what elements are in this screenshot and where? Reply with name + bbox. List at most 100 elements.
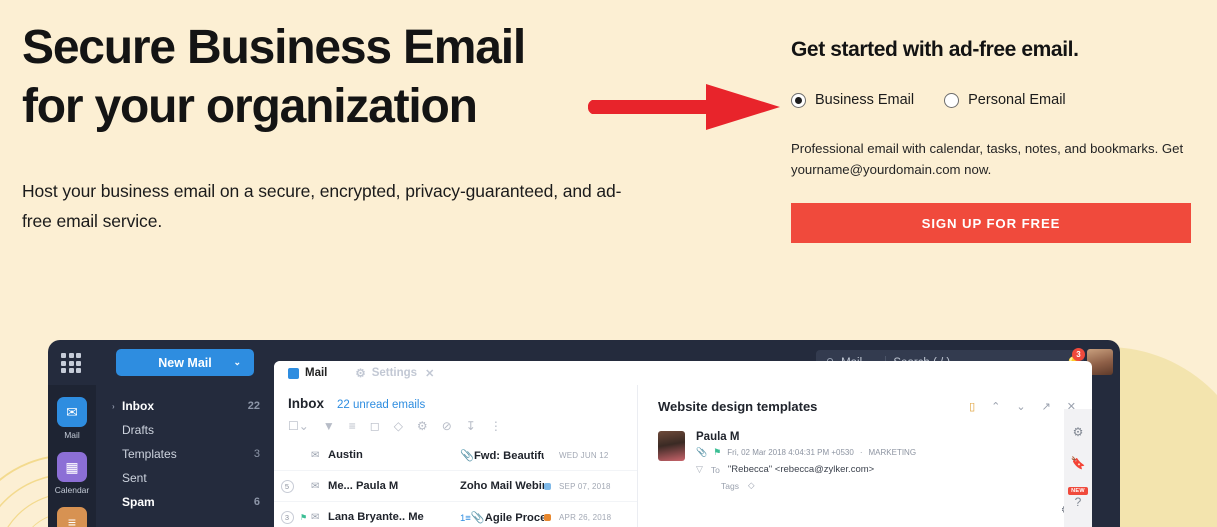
mail-icon: ✉ xyxy=(57,397,87,427)
folder-sent[interactable]: Sent xyxy=(96,466,274,490)
tags-row: Tags ◇ xyxy=(721,480,916,491)
radio-label-personal: Personal Email xyxy=(968,92,1066,108)
row-count: 5 xyxy=(274,479,300,493)
row-flag-dot xyxy=(544,482,551,490)
tab-label-settings: Settings xyxy=(371,367,418,379)
folder-label-sent: Sent xyxy=(122,471,147,485)
unread-count-link[interactable]: 22 unread emails xyxy=(337,399,425,411)
rail-item-mail[interactable]: ✉ Mail xyxy=(48,397,96,440)
red-right-arrow-icon xyxy=(588,84,780,130)
row-subject: 1≡📎Agile Process xyxy=(460,511,544,524)
row-sender: Lana Bryante.. Me xyxy=(328,511,424,523)
rail-item-calendar[interactable]: ▦ Calendar xyxy=(48,452,96,495)
rail-item-notes[interactable]: ≡ xyxy=(48,507,96,527)
radio-option-personal-email[interactable]: Personal Email xyxy=(944,92,1066,108)
folder-label-spam: Spam xyxy=(122,495,155,509)
to-label: To xyxy=(710,464,720,475)
app-body: Inbox 22 unread emails ☐⌄ ▼ ≡ ◻ ◇ ⚙ ⊘ ↧ … xyxy=(274,385,1092,527)
table-row[interactable]: ✉ Austin 📎Fwd: Beautiful locati... WED J… xyxy=(274,440,637,471)
sender-name: Paula M xyxy=(696,431,740,443)
folder-inbox[interactable]: › Inbox 22 xyxy=(96,394,274,418)
row-date: WED JUN 12 xyxy=(559,450,609,460)
rail-label-calendar: Calendar xyxy=(54,485,90,495)
row-flag-dot xyxy=(544,452,551,459)
list-title: Inbox xyxy=(288,396,324,411)
page-title: Secure Business Email for your organizat… xyxy=(22,18,642,136)
more-options-icon[interactable]: ⋮ xyxy=(490,419,502,433)
row-flag-dot xyxy=(544,513,551,521)
move-to-folder-icon[interactable]: ◻ xyxy=(370,419,380,433)
flag-icon[interactable]: ⚑ xyxy=(713,447,721,458)
hero-title-line-2: for your organization xyxy=(22,80,478,133)
reading-pane: Website design templates ▯ ⌃ ⌄ ↗ ✕ Paula… xyxy=(638,385,1092,527)
folder-count-spam: 6 xyxy=(253,496,260,508)
envelope-icon: ✉ xyxy=(311,480,320,492)
reading-pane-actions: ▯ ⌃ ⌄ ↗ ✕ xyxy=(969,400,1076,413)
radio-indicator-personal[interactable] xyxy=(944,92,960,108)
help-icon-group[interactable]: NEW ? xyxy=(1068,487,1088,509)
close-icon[interactable]: ✕ xyxy=(425,367,434,380)
table-row[interactable]: 5 ✉ Me... Paula M Zoho Mail Webinar SEP … xyxy=(274,471,637,502)
message-list-toolbar: ☐⌄ ▼ ≡ ◻ ◇ ⚙ ⊘ ↧ ⋮ xyxy=(274,411,637,440)
app-left-rail: ✉ Mail ▦ Calendar ≡ xyxy=(48,385,96,527)
folder-spam[interactable]: Spam 6 xyxy=(96,490,274,514)
bookmark-icon[interactable]: 🔖 xyxy=(1071,456,1086,470)
open-new-window-icon[interactable]: ↗ xyxy=(1042,400,1051,413)
row-sender: Me... Paula M xyxy=(328,480,399,492)
signup-title: Get started with ad-free email. xyxy=(791,38,1079,61)
table-row[interactable]: 3 ⚑ ✉ Lana Bryante.. Me 1≡📎Agile Process… xyxy=(274,502,637,527)
block-icon[interactable]: ⊘ xyxy=(442,419,452,433)
expand-details-icon[interactable]: ▽ xyxy=(696,464,703,475)
recipient-row: ▽ To "Rebecca" <rebecca@zylker.com> xyxy=(696,464,916,475)
filter-icon[interactable]: ▼ xyxy=(323,419,335,433)
tag-icon[interactable]: ◇ xyxy=(748,480,755,491)
row-count: 3 xyxy=(274,510,300,524)
row-sender: Austin xyxy=(328,449,363,461)
radio-indicator-business[interactable] xyxy=(791,92,806,108)
attachment-icon: 📎 xyxy=(696,447,708,457)
meta-separator: · xyxy=(859,448,863,457)
apps-grid-icon[interactable] xyxy=(61,353,81,373)
chevron-right-icon[interactable]: › xyxy=(112,402,122,411)
tag-icon[interactable]: ◇ xyxy=(394,419,403,433)
row-count-badge: 3 xyxy=(280,510,294,524)
sign-up-for-free-button[interactable]: SIGN UP FOR FREE xyxy=(791,203,1191,243)
sender-block: Paula M 📎 ⚑ Fri, 02 Mar 2018 4:04:31 PM … xyxy=(658,431,1076,491)
tab-bar: Mail ⚙ Settings ✕ xyxy=(274,361,1092,385)
previous-icon[interactable]: ⌃ xyxy=(991,400,1000,413)
delete-icon[interactable]: ⚙ xyxy=(417,419,428,433)
notes-icon: ≡ xyxy=(57,507,87,527)
signup-description: Professional email with calendar, tasks,… xyxy=(791,141,1184,177)
row-subject-text: Agile Process xyxy=(484,511,544,524)
gear-icon[interactable]: ⚙ xyxy=(1073,425,1084,439)
attachment-icon: 📎 xyxy=(460,449,474,462)
select-all-checkbox[interactable]: ☐⌄ xyxy=(288,419,309,433)
row-count-badge: 5 xyxy=(280,479,294,493)
row-date: APR 26, 2018 xyxy=(559,512,612,522)
row-subject: Zoho Mail Webinar xyxy=(460,480,544,492)
flag-icon[interactable]: ⚑ xyxy=(300,513,311,522)
folder-templates[interactable]: Templates 3 xyxy=(96,442,274,466)
help-icon[interactable]: ? xyxy=(1075,495,1082,509)
archive-icon[interactable]: ↧ xyxy=(466,419,476,433)
reading-pane-header: Website design templates ▯ ⌃ ⌄ ↗ ✕ xyxy=(658,399,1076,414)
hero-title-line-1: Secure Business Email xyxy=(22,21,526,74)
app-main-panel: Mail ⚙ Settings ✕ Inbox 22 unread emails… xyxy=(274,361,1092,527)
app-right-rail: ⚙ 🔖 NEW ? xyxy=(1064,409,1092,527)
folder-label-drafts: Drafts xyxy=(122,423,155,437)
collapse-icon[interactable]: ▯ xyxy=(969,400,975,413)
hero-section: Secure Business Email for your organizat… xyxy=(22,18,642,236)
folder-label-inbox: Inbox xyxy=(122,399,154,413)
sender-avatar xyxy=(658,431,685,461)
mark-read-icon[interactable]: ≡ xyxy=(349,419,356,433)
tab-mail[interactable]: Mail xyxy=(274,361,342,385)
chevron-down-icon[interactable]: ⌄ xyxy=(233,357,241,368)
next-icon[interactable]: ⌄ xyxy=(1016,400,1025,413)
folder-drafts[interactable]: Drafts xyxy=(96,418,274,442)
new-mail-button[interactable]: New Mail ⌄ xyxy=(116,349,254,376)
radio-option-business-email[interactable]: Business Email xyxy=(791,92,914,108)
folder-count-inbox: 22 xyxy=(247,400,260,412)
tab-settings[interactable]: ⚙ Settings ✕ xyxy=(341,361,448,385)
calendar-icon: ▦ xyxy=(57,452,87,482)
row-date: SEP 07, 2018 xyxy=(559,481,611,491)
